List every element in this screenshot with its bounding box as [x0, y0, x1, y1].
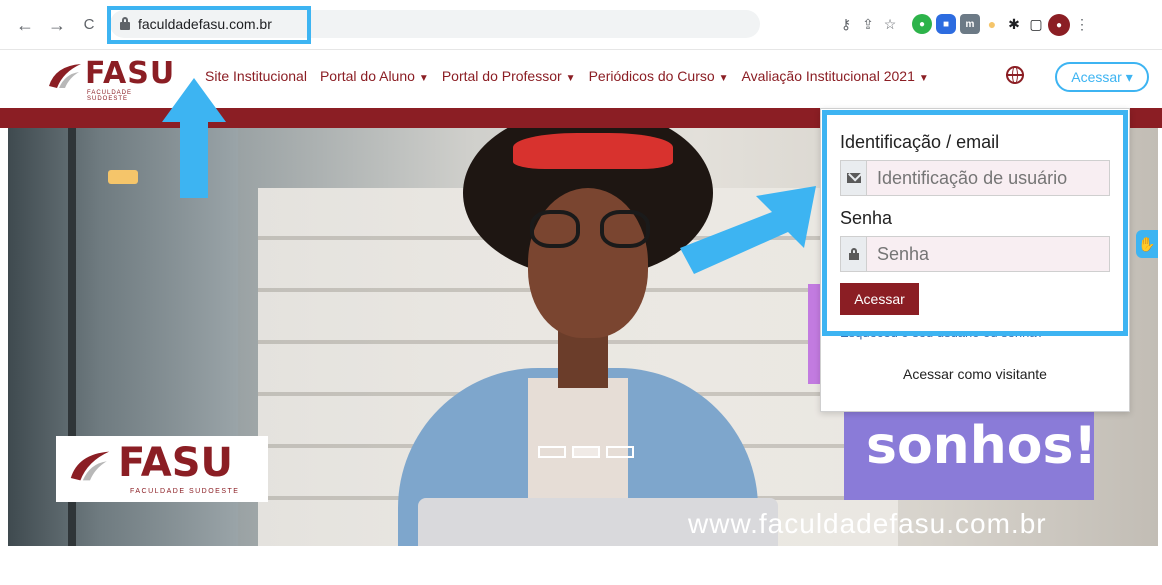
- hero-headline: sonhos!: [866, 416, 1098, 476]
- key-icon[interactable]: ⚷: [836, 14, 856, 34]
- guest-login-link[interactable]: Acessar como visitante: [820, 366, 1130, 382]
- caret-down-icon: ▼: [718, 73, 729, 84]
- hero-logo: FASU FACULDADE SUDOESTE: [56, 436, 268, 502]
- caret-down-icon: ▼: [565, 73, 576, 84]
- person-bandana: [513, 133, 673, 169]
- whatsapp-icon[interactable]: ●: [912, 14, 932, 34]
- glasses-left: [530, 210, 580, 248]
- globe-icon[interactable]: [1006, 66, 1024, 84]
- menu-label: Portal do Aluno: [319, 68, 415, 84]
- star-icon[interactable]: ☆: [880, 14, 900, 34]
- sidepanel-icon[interactable]: ▢: [1026, 14, 1046, 34]
- ceiling-lamp: [108, 170, 138, 184]
- browser-toolbar: ← → C faculdadefasu.com.br ⚷ ⇪ ☆ ● ■ m ●…: [0, 0, 1162, 50]
- caret-down-icon: ▼: [918, 73, 929, 84]
- menu-label: Avaliação Institucional 2021: [741, 68, 915, 84]
- reload-icon[interactable]: C: [78, 14, 100, 36]
- login-highlight-box: [822, 110, 1128, 336]
- swoosh-icon: [49, 64, 81, 88]
- puzzle-icon[interactable]: ✱: [1004, 14, 1024, 34]
- arrow-diagonal-annotation: [680, 186, 816, 274]
- menu-portal-aluno[interactable]: Portal do Aluno ▼: [320, 68, 429, 84]
- hero-logo-text: FASU: [118, 440, 233, 486]
- caret-down-icon: ▼: [418, 73, 429, 84]
- arrow-up-annotation: [162, 78, 226, 198]
- kebab-menu-icon[interactable]: ⋮: [1072, 14, 1092, 34]
- swoosh-icon: [70, 451, 110, 481]
- menu-label: Periódicos do Curso: [588, 68, 715, 84]
- glasses-right: [600, 210, 650, 248]
- zoom-icon[interactable]: ■: [936, 14, 956, 34]
- hero-website: www.faculdadefasu.com.br: [688, 508, 1047, 539]
- back-arrow-icon[interactable]: ←: [14, 14, 36, 36]
- hand-icon[interactable]: ✋: [1136, 230, 1158, 258]
- carousel-indicators: [538, 446, 634, 458]
- menu-label: Portal do Professor: [441, 68, 562, 84]
- carousel-dot[interactable]: [606, 446, 634, 458]
- carousel-dot[interactable]: [538, 446, 566, 458]
- forward-arrow-icon[interactable]: →: [46, 14, 68, 36]
- fasu-logo[interactable]: FASU FACULDADE SUDOESTE: [45, 56, 175, 102]
- profile-avatar[interactable]: ●: [1048, 14, 1070, 36]
- menu-periodicos[interactable]: Periódicos do Curso ▼: [589, 68, 729, 84]
- share-icon[interactable]: ⇪: [858, 14, 878, 34]
- hero-logo-subtitle: FACULDADE SUDOESTE: [130, 488, 240, 495]
- extension-m-icon[interactable]: m: [960, 14, 980, 34]
- menu-portal-professor[interactable]: Portal do Professor ▼: [442, 68, 576, 84]
- main-menu: Site Institucional Portal do Aluno ▼ Port…: [205, 68, 929, 84]
- extension-dot-icon[interactable]: ●: [982, 14, 1002, 34]
- acessar-dropdown-button[interactable]: Acessar ▾: [1055, 62, 1149, 92]
- url-highlight-box: [107, 6, 311, 44]
- menu-avaliacao[interactable]: Avaliação Institucional 2021 ▼: [742, 68, 929, 84]
- carousel-dot-active[interactable]: [572, 446, 600, 458]
